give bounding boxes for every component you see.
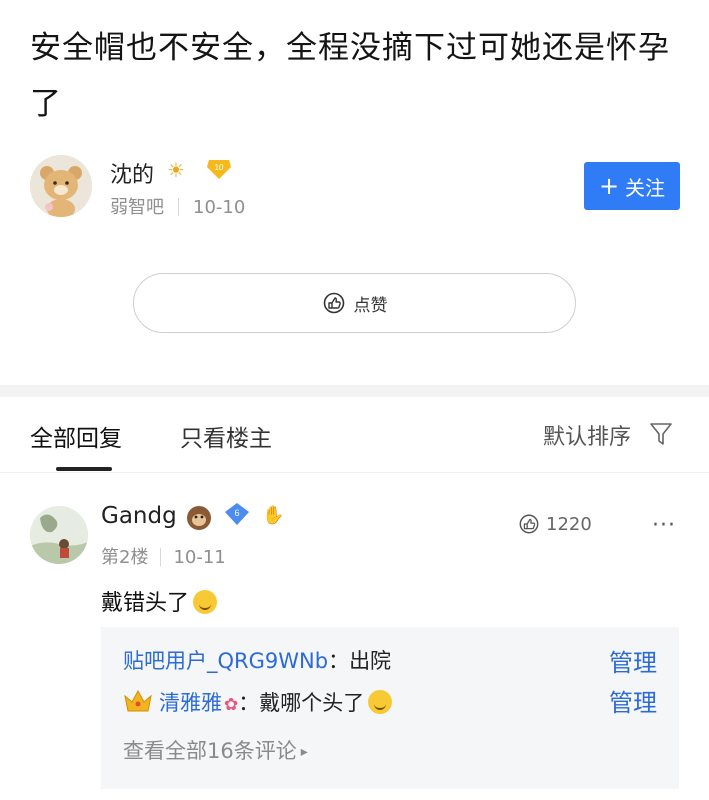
- smile-emoji-icon: [193, 590, 218, 614]
- manage-link[interactable]: 管理: [609, 683, 657, 718]
- active-tab-indicator: [56, 467, 112, 471]
- like-label: 点赞: [353, 295, 388, 316]
- reply-text: 戴错头了: [101, 591, 190, 616]
- sun-icon: ☀: [167, 158, 185, 182]
- bear-avatar-icon: [30, 155, 92, 217]
- post-date: 10-10: [193, 197, 246, 218]
- author-name[interactable]: 沈的: [110, 157, 154, 189]
- reply-like-button[interactable]: 1220: [518, 513, 592, 535]
- follow-button[interactable]: + 关注: [584, 162, 680, 210]
- plus-icon: +: [598, 172, 620, 200]
- like-button[interactable]: 点赞: [133, 273, 576, 333]
- subreply-text: 出院: [349, 649, 392, 673]
- filter-icon[interactable]: [649, 421, 673, 447]
- tab-op-only[interactable]: 只看楼主: [180, 419, 272, 453]
- reply-tabs: 全部回复 只看楼主 默认排序: [0, 397, 709, 473]
- tab-all-replies[interactable]: 全部回复: [30, 419, 122, 453]
- svg-text:6: 6: [234, 508, 239, 518]
- level-badge: 10: [207, 160, 231, 179]
- reply-content: 戴错头了: [101, 585, 218, 617]
- follow-label: 关注: [625, 175, 666, 200]
- subreply-separator: ：: [238, 691, 260, 715]
- manage-link[interactable]: 管理: [609, 643, 657, 678]
- more-options-icon[interactable]: ···: [652, 513, 676, 538]
- reply-meta: 第2楼 10-11: [101, 543, 226, 569]
- author-avatar[interactable]: [30, 155, 92, 217]
- subreply-box: 贴吧用户_QRG9WNb：出院 管理 清雅雅 ✿：戴哪个头了 管理 查看全部16条…: [101, 627, 679, 789]
- reply-date: 10-11: [173, 547, 226, 568]
- subreply-item[interactable]: 贴吧用户_QRG9WNb：出院: [123, 645, 391, 675]
- thumbs-up-icon: [519, 514, 539, 534]
- user-avatar-icon: [30, 506, 88, 564]
- crown-icon: [124, 689, 152, 712]
- smile-emoji-icon: [368, 690, 393, 714]
- subreply-username[interactable]: 清雅雅: [159, 691, 222, 715]
- section-divider: [0, 385, 709, 397]
- subreply-item[interactable]: 清雅雅 ✿：戴哪个头了: [123, 687, 393, 717]
- view-all-label: 查看全部16条评论: [123, 739, 297, 763]
- reply-like-count: 1220: [546, 513, 592, 535]
- flower-icon: ✿: [224, 695, 239, 715]
- author-row: 沈的 ☀ 10 弱智吧 10-10 + 关注: [30, 155, 680, 219]
- subreply-separator: ：: [328, 649, 350, 673]
- reply-avatar[interactable]: [30, 506, 88, 564]
- subreply-username[interactable]: 贴吧用户_QRG9WNb: [123, 649, 328, 673]
- svg-text:10: 10: [215, 163, 224, 172]
- chevron-right-icon: ▸: [300, 744, 308, 760]
- sort-dropdown[interactable]: 默认排序: [543, 419, 631, 451]
- meta-divider: [160, 548, 162, 566]
- reply-item: Gandg 6 ✋ 第2楼 10-11 1220 ··· 戴错头了 贴吧用户_QR…: [0, 473, 709, 800]
- thumbs-up-icon: [323, 292, 344, 314]
- reply-username[interactable]: Gandg: [101, 503, 177, 529]
- monkey-icon: [187, 506, 211, 530]
- floor-number: 第2楼: [101, 547, 149, 568]
- forum-name[interactable]: 弱智吧: [110, 197, 164, 218]
- diamond-level-icon: 6: [225, 503, 249, 525]
- meta-divider: [178, 198, 179, 216]
- view-all-comments[interactable]: 查看全部16条评论 ▸: [123, 735, 308, 765]
- author-meta: 弱智吧 10-10: [110, 193, 245, 219]
- hand-badge-icon: ✋: [262, 505, 285, 526]
- post-title: 安全帽也不安全，全程没摘下过可她还是怀孕了: [30, 30, 670, 122]
- subreply-text: 戴哪个头了: [259, 691, 365, 715]
